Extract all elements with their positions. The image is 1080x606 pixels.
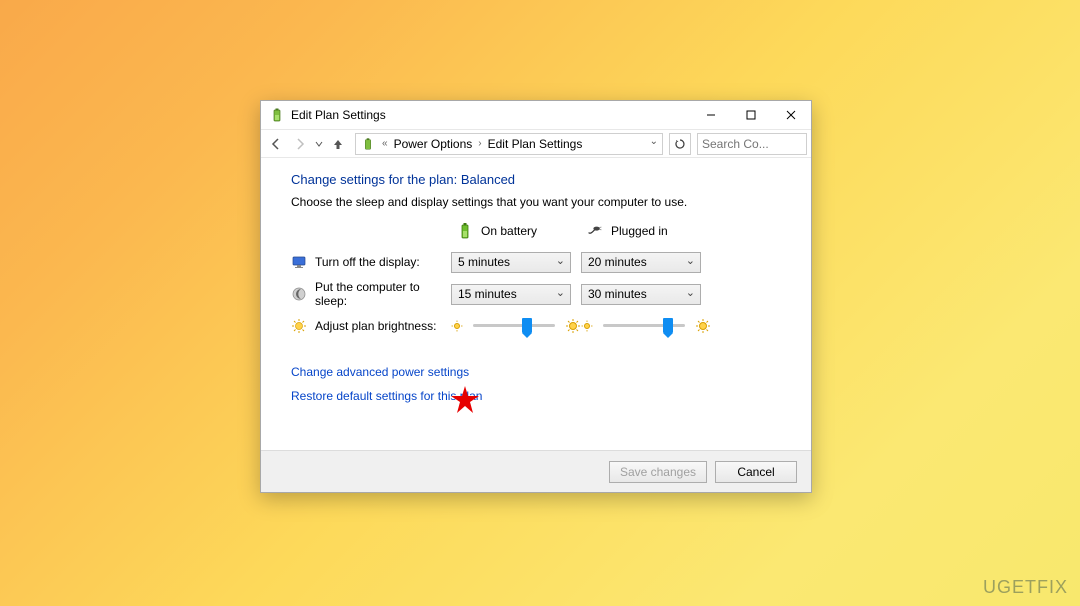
window: Edit Plan Settings: [260, 100, 812, 493]
titlebar: Edit Plan Settings: [261, 101, 811, 129]
col-label: Plugged in: [611, 224, 668, 238]
forward-button[interactable]: [289, 133, 311, 155]
sleep-plugged-dropdown[interactable]: 30 minutes: [581, 284, 701, 305]
window-title: Edit Plan Settings: [291, 108, 691, 122]
col-on-battery: On battery: [451, 223, 581, 239]
back-button[interactable]: [265, 133, 287, 155]
moon-icon: [291, 286, 307, 302]
save-changes-button[interactable]: Save changes: [609, 461, 707, 483]
chevron-right-icon: ›: [474, 138, 485, 149]
display-battery-dropdown[interactable]: 5 minutes: [451, 252, 571, 273]
cancel-button[interactable]: Cancel: [715, 461, 797, 483]
breadcrumb-prefix: «: [378, 138, 392, 149]
brightness-battery-slider[interactable]: [467, 314, 561, 338]
sun-small-icon: [581, 320, 593, 332]
link-restore-defaults[interactable]: Restore default settings for this plan: [291, 389, 781, 403]
content: Change settings for the plan: Balanced C…: [261, 158, 811, 450]
minimize-button[interactable]: [691, 101, 731, 129]
col-plugged-in: Plugged in: [581, 223, 711, 239]
row-turn-off-display: Turn off the display: 5 minutes 20 minut…: [291, 249, 781, 275]
row-label: Adjust plan brightness:: [315, 319, 436, 333]
col-label: On battery: [481, 224, 537, 238]
battery-icon: [360, 136, 376, 152]
navbar: « Power Options › Edit Plan Settings ⌄: [261, 129, 811, 158]
star-annotation: [450, 385, 480, 418]
sun-big-icon: [565, 318, 581, 334]
plug-icon: [587, 223, 603, 239]
brightness-plugged-slider[interactable]: [597, 314, 691, 338]
page-subheading: Choose the sleep and display settings th…: [291, 195, 781, 209]
column-headers: On battery Plugged in: [291, 223, 781, 239]
button-bar: Save changes Cancel: [261, 450, 811, 492]
display-plugged-dropdown[interactable]: 20 minutes: [581, 252, 701, 273]
row-brightness: Adjust plan brightness:: [291, 313, 781, 339]
refresh-button[interactable]: [669, 133, 691, 155]
up-button[interactable]: [327, 133, 349, 155]
sleep-battery-dropdown[interactable]: 15 minutes: [451, 284, 571, 305]
maximize-button[interactable]: [731, 101, 771, 129]
breadcrumb-item-power-options[interactable]: Power Options: [392, 137, 475, 151]
breadcrumb[interactable]: « Power Options › Edit Plan Settings ⌄: [355, 133, 663, 155]
monitor-icon: [291, 254, 307, 270]
recent-dropdown[interactable]: [313, 133, 325, 155]
sun-icon: [291, 318, 307, 334]
sun-big-icon: [695, 318, 711, 334]
watermark: UGETFIX: [983, 577, 1068, 598]
row-label: Turn off the display:: [315, 255, 420, 269]
battery-icon: [457, 223, 473, 239]
battery-icon: [269, 107, 285, 123]
sun-small-icon: [451, 320, 463, 332]
row-label: Put the computer to sleep:: [315, 280, 451, 308]
row-sleep: Put the computer to sleep: 15 minutes 30…: [291, 281, 781, 307]
close-button[interactable]: [771, 101, 811, 129]
search-input[interactable]: [697, 133, 807, 155]
breadcrumb-item-edit-plan[interactable]: Edit Plan Settings: [486, 137, 585, 151]
page-heading: Change settings for the plan: Balanced: [291, 172, 781, 187]
breadcrumb-dropdown[interactable]: ⌄: [650, 136, 658, 147]
link-advanced-power-settings[interactable]: Change advanced power settings: [291, 365, 781, 379]
